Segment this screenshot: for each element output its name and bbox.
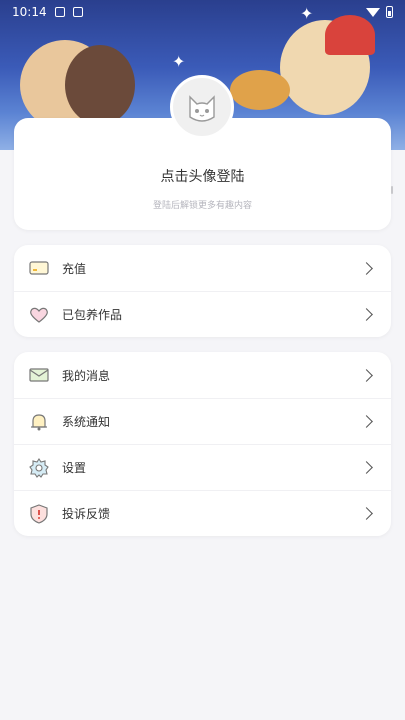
battery-icon — [386, 6, 393, 18]
teddy-bear — [230, 70, 290, 110]
menu-item-label: 系统通知 — [62, 415, 111, 429]
scroll-indicator — [391, 186, 393, 194]
avatar[interactable] — [170, 75, 234, 139]
character-illustration-left-2 — [65, 45, 135, 125]
menu-item-label: 我的消息 — [62, 368, 111, 383]
menu-item-settings[interactable]: 设置 — [14, 444, 391, 490]
menu-item-notifications[interactable]: 系统通知 — [14, 398, 391, 444]
chevron-right-icon — [360, 308, 373, 321]
menu-item-adopted-works[interactable]: 已包养作品 — [14, 291, 391, 337]
settings-icon — [28, 457, 50, 479]
card-icon — [28, 257, 50, 279]
status-time: 10:14 — [12, 5, 47, 19]
menu-item-label: 已包养作品 — [62, 308, 123, 322]
app-notification-icon — [72, 7, 83, 17]
chevron-right-icon — [360, 368, 373, 382]
menu-group-1: 充值 已包养作品 — [14, 245, 391, 337]
chevron-right-icon — [360, 507, 373, 520]
status-bar: 10:14 — [0, 0, 405, 24]
chevron-right-icon — [360, 261, 373, 275]
menu-item-label: 充值 — [62, 261, 87, 276]
menu-item-messages[interactable]: 我的消息 — [14, 352, 391, 398]
chevron-right-icon — [360, 461, 373, 474]
chevron-right-icon — [360, 415, 373, 428]
shield-icon — [28, 503, 50, 525]
login-subtitle: 登陆后解锁更多有趣内容 — [152, 201, 252, 211]
menu-item-recharge[interactable]: 充值 — [14, 245, 391, 291]
menu-item-label: 设置 — [62, 461, 87, 475]
bell-icon — [28, 411, 50, 433]
menu-item-feedback[interactable]: 投诉反馈 — [14, 490, 391, 536]
envelope-icon — [28, 364, 50, 386]
sparkle-icon: ✦ — [172, 52, 186, 71]
wifi-icon — [366, 7, 380, 17]
menu-group-2: 我的消息 系统通知 设置 投诉反馈 — [14, 352, 391, 536]
cat-avatar-icon — [189, 95, 215, 122]
heart-icon — [28, 304, 50, 326]
menu-item-label: 投诉反馈 — [62, 507, 111, 521]
gallery-notification-icon — [54, 7, 65, 17]
login-prompt[interactable]: 点击头像登陆 — [14, 166, 391, 186]
